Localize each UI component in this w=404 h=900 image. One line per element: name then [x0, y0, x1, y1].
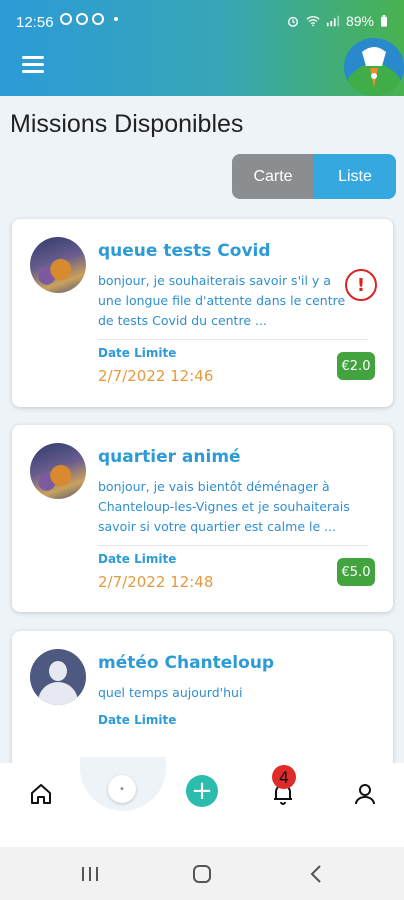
- status-indicators: 89%: [286, 13, 388, 29]
- date-limit-value: 2/7/2022 12:46: [98, 367, 214, 385]
- mission-title: queue tests Covid: [98, 241, 271, 261]
- page-title: Missions Disponibles: [10, 110, 244, 138]
- notification-count-badge: 4: [272, 765, 296, 789]
- price-badge: €5.0: [337, 558, 375, 586]
- whatsapp-icon: [60, 13, 72, 25]
- mission-card[interactable]: quartier animé bonjour, je vais bientôt …: [12, 425, 393, 612]
- alarm-icon: [287, 16, 298, 27]
- bottom-navigation: • + 4: [0, 757, 404, 847]
- date-limit-value: 2/7/2022 12:48: [98, 573, 214, 591]
- system-navigation-bar: [0, 847, 404, 900]
- status-time: 12:56: [16, 14, 54, 31]
- profile-icon[interactable]: [348, 777, 382, 811]
- mission-card[interactable]: queue tests Covid bonjour, je souhaitera…: [12, 219, 393, 407]
- avatar: [30, 649, 86, 705]
- notification-dot-icon: [114, 17, 118, 21]
- date-limit-label: Date Limite: [98, 552, 177, 566]
- avatar: [30, 237, 86, 293]
- mission-description: bonjour, je vais bientôt déménager à Cha…: [98, 479, 350, 534]
- mission-description: bonjour, je souhaiterais savoir s'il y a…: [98, 273, 346, 328]
- wifi-icon: [306, 16, 320, 27]
- mission-description: quel temps aujourd'hui: [98, 685, 243, 700]
- messenger-icon-2: [92, 13, 104, 25]
- toggle-liste-button[interactable]: Liste: [314, 154, 396, 199]
- add-mission-button[interactable]: +: [186, 775, 218, 807]
- mission-title: météo Chanteloup: [98, 653, 275, 673]
- app-logo: [344, 38, 404, 96]
- signal-icon: [326, 15, 340, 27]
- app-header: 12:56 89%: [0, 0, 404, 96]
- date-limit-label: Date Limite: [98, 713, 177, 727]
- hamburger-menu-icon[interactable]: [22, 56, 44, 74]
- status-app-icons: [60, 13, 118, 25]
- mission-card[interactable]: météo Chanteloup quel temps aujourd'hui …: [12, 631, 393, 763]
- divider: [98, 339, 368, 340]
- alert-icon[interactable]: !: [345, 269, 377, 301]
- toggle-carte-button[interactable]: Carte: [232, 154, 314, 199]
- messenger-icon: [76, 13, 88, 25]
- main-content: Missions Disponibles Carte Liste queue t…: [0, 96, 404, 763]
- battery-icon: [381, 15, 387, 27]
- battery-level: 89%: [345, 13, 374, 29]
- recent-apps-icon[interactable]: [76, 861, 104, 887]
- date-limit-label: Date Limite: [98, 346, 177, 360]
- home-system-icon[interactable]: [188, 861, 216, 887]
- mission-title: quartier animé: [98, 447, 241, 467]
- center-nav-button[interactable]: •: [108, 775, 136, 803]
- divider: [98, 545, 368, 546]
- avatar: [30, 443, 86, 499]
- status-bar: 12:56 89%: [0, 0, 404, 44]
- home-icon[interactable]: [24, 777, 58, 811]
- price-badge: €2.0: [337, 352, 375, 380]
- back-icon[interactable]: [302, 861, 330, 887]
- view-toggle: Carte Liste: [232, 154, 396, 199]
